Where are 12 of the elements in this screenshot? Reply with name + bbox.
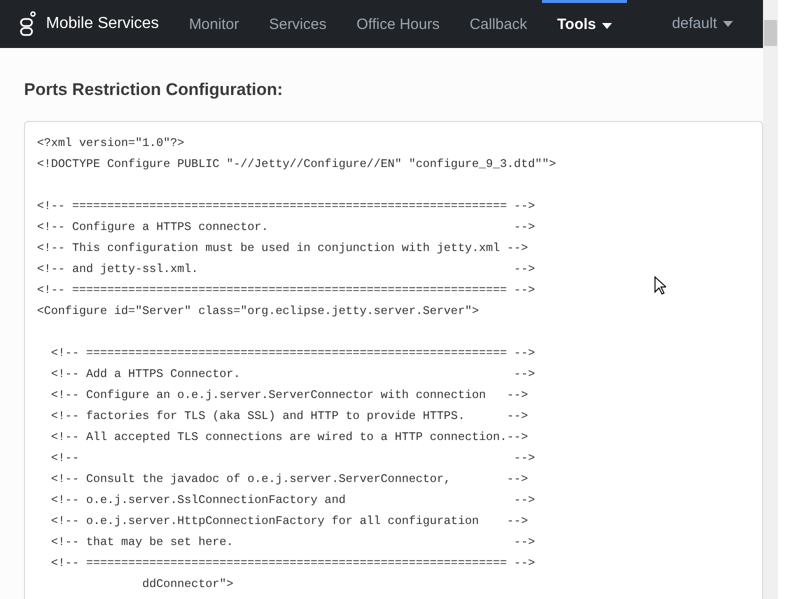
nav-link[interactable]: Services: [254, 0, 342, 48]
nav-link[interactable]: Callback: [454, 0, 542, 48]
nav-link[interactable]: Monitor: [174, 0, 254, 48]
caret-icon: [602, 22, 612, 28]
nav-link[interactable]: Office Hours: [342, 0, 455, 48]
logo-icon: [20, 11, 36, 37]
caret-icon: [723, 21, 733, 27]
user-menu[interactable]: default: [672, 12, 733, 36]
mouse-cursor-icon: [654, 276, 666, 295]
brand-name: Mobile Services: [46, 14, 159, 34]
page-heading: Ports Restriction Configuration:: [24, 79, 284, 101]
code-text: <?xml version="1.0"?> <!DOCTYPE Configure PUBLIC "-//Jetty//Configure//EN" "configure_9_3.dtd""> <!-- ============================================================== --> <!-- Configure a HTTPS connector. --> <!-- This configuration must be used in conjunction with jetty.xml --> <!-- and jetty-ssl.xml. --> <!-- ============================================================== --> <Configure id="Server" class="org.eclipse.jetty.server.Server"> <!-- ============================================================ --> <!-- Add a HTTPS Connector. --> <!-- Configure an o.e.j.server.ServerConnector with connection --> <!-- factories for TLS (aka SSL) and HTTP to provide HTTPS. --> <!-- All accepted TLS connections are wired to a HTTP connection.--> <!-- --> <!-- Consult the javadoc of o.e.j.server.ServerConnector, --> <!-- o.e.j.server.SslConnectionFactory and --> <!-- o.e.j.server.HttpConnectionFactory for all configuration --> <!-- that may be set here. --> <!-- ============================================================ --> ddConnector">: [37, 134, 556, 592]
